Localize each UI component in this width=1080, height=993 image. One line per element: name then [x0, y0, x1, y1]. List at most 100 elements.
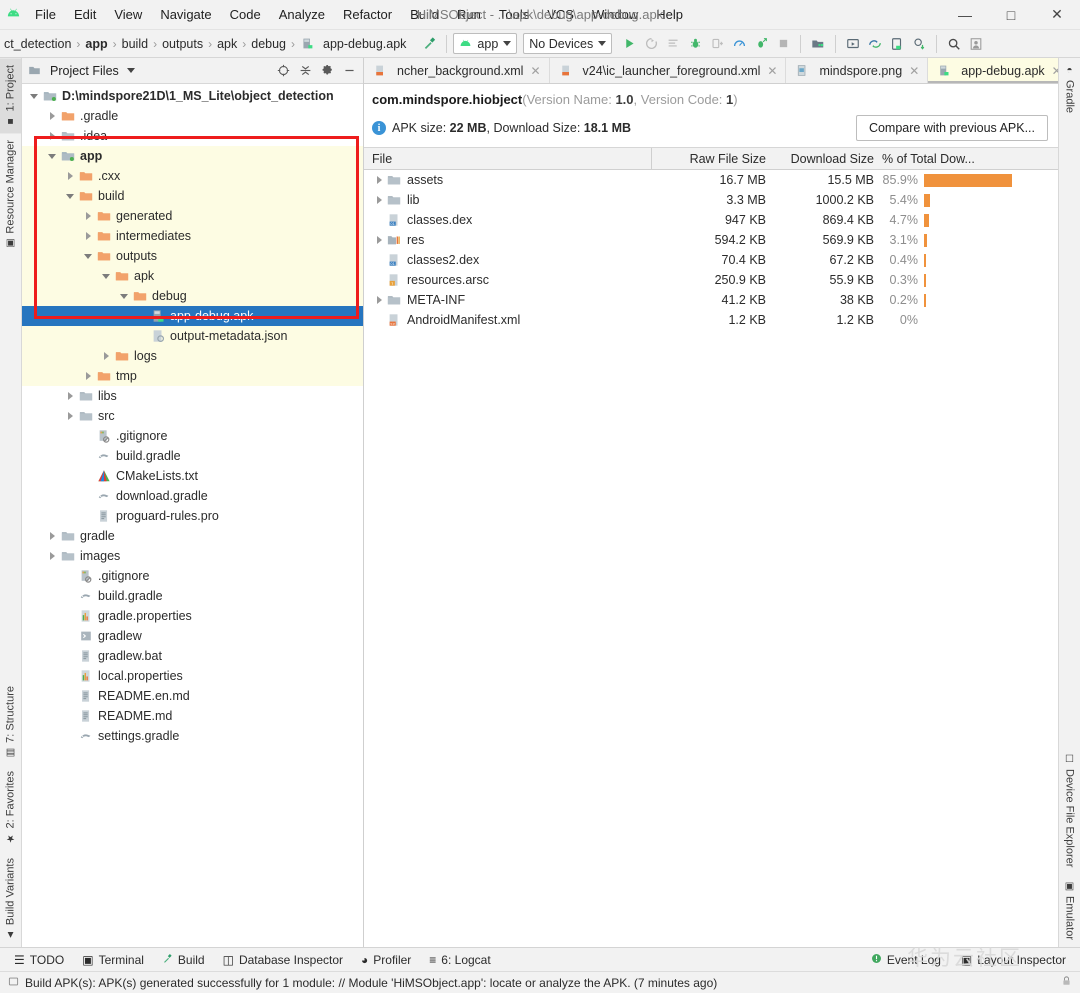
lock-icon[interactable]: [1061, 975, 1072, 990]
chevron-down-icon[interactable]: [116, 293, 132, 299]
tree-item-output-metadata-json[interactable]: output-metadata.json: [22, 326, 363, 346]
breadcrumb-item-5[interactable]: debug: [247, 37, 290, 51]
menu-run[interactable]: Run: [448, 4, 490, 25]
minimize-button[interactable]: —: [942, 0, 988, 30]
tree-item-outputs[interactable]: outputs: [22, 246, 363, 266]
tree-item-cmakelists-txt[interactable]: CMakeLists.txt: [22, 466, 363, 486]
tree-item-images[interactable]: images: [22, 546, 363, 566]
chevron-right-icon[interactable]: [372, 196, 386, 204]
tool-button-todo[interactable]: ☰ TODO: [6, 951, 72, 969]
editor-tab-bar[interactable]: ncher_background.xml ✕ v24\ic_launcher_f…: [364, 58, 1080, 84]
chevron-right-icon[interactable]: [44, 112, 60, 120]
editor-tab-ic-launcher-foreground[interactable]: v24\ic_launcher_foreground.xml ✕: [550, 58, 787, 83]
tree-item-app[interactable]: app: [22, 146, 363, 166]
tree-item-libs[interactable]: libs: [22, 386, 363, 406]
menu-help[interactable]: Help: [647, 4, 692, 25]
tree-item-generated[interactable]: generated: [22, 206, 363, 226]
tree-item-gradlew-bat[interactable]: gradlew.bat: [22, 646, 363, 666]
tool-button-layout-inspector[interactable]: ▣ Layout Inspector: [953, 951, 1074, 969]
tool-button-profiler[interactable]: ◕ Profiler: [353, 951, 419, 969]
sidebar-item-favorites[interactable]: ★ 2: Favorites: [0, 764, 21, 850]
table-row[interactable]: ? resources.arsc 250.9 KB 55.9 KB 0.3%: [364, 270, 1058, 290]
tree-item-apk[interactable]: apk: [22, 266, 363, 286]
table-row[interactable]: <> AndroidManifest.xml 1.2 KB 1.2 KB 0%: [364, 310, 1058, 330]
breadcrumb-item-3[interactable]: outputs: [158, 37, 207, 51]
column-header-percent-of-total[interactable]: % of Total Dow...: [878, 148, 1058, 169]
tool-button-logcat[interactable]: ≡ 6: Logcat: [421, 951, 498, 969]
device-manager-icon[interactable]: [886, 33, 908, 55]
menu-tools[interactable]: Tools: [490, 4, 538, 25]
build-hammer-icon[interactable]: [418, 33, 440, 55]
status-message[interactable]: Build APK(s): APK(s) generated successfu…: [25, 976, 717, 990]
maximize-button[interactable]: □: [988, 0, 1034, 30]
sdk-download-icon[interactable]: [908, 33, 930, 55]
tree-item-gradle[interactable]: gradle: [22, 526, 363, 546]
tree-item-tmp[interactable]: tmp: [22, 366, 363, 386]
tree-item-d-mindspore21d-1-ms-lite-object-detection[interactable]: D:\mindspore21D\1_MS_Lite\object_detecti…: [22, 86, 363, 106]
run-button[interactable]: [618, 33, 640, 55]
sidebar-item-structure[interactable]: ▤ 7: Structure: [0, 679, 21, 765]
close-button[interactable]: ✕: [1034, 0, 1080, 30]
editor-tab-app-debug-apk[interactable]: app-debug.apk ✕: [928, 58, 1071, 83]
tree-item-build-gradle[interactable]: build.gradle: [22, 446, 363, 466]
account-icon[interactable]: [965, 33, 987, 55]
settings-gear-icon[interactable]: [317, 61, 337, 81]
sidebar-item-project[interactable]: ■ 1: Project: [0, 58, 21, 134]
chevron-down-icon[interactable]: [26, 93, 42, 99]
menu-bar[interactable]: File Edit View Navigate Code Analyze Ref…: [26, 4, 692, 25]
table-row[interactable]: assets 16.7 MB 15.5 MB 85.9%: [364, 170, 1058, 190]
profiler-icon[interactable]: [728, 33, 750, 55]
breadcrumb-item-1[interactable]: app: [81, 37, 111, 51]
close-icon[interactable]: ✕: [767, 64, 777, 78]
chevron-right-icon[interactable]: [80, 212, 96, 220]
chevron-right-icon[interactable]: [44, 532, 60, 540]
breadcrumb[interactable]: ct_detection › app › build › outputs › a…: [0, 37, 410, 51]
tree-item-gitignore[interactable]: .gitignore: [22, 566, 363, 586]
tree-item-settings-gradle[interactable]: settings.gradle: [22, 726, 363, 746]
menu-analyze[interactable]: Analyze: [270, 4, 334, 25]
table-body[interactable]: assets 16.7 MB 15.5 MB 85.9% lib 3.3 MB 1000.2…: [364, 170, 1058, 947]
chevron-right-icon[interactable]: [44, 552, 60, 560]
table-row[interactable]: META-INF 41.2 KB 38 KB 0.2%: [364, 290, 1058, 310]
tree-item-local-properties[interactable]: local.properties: [22, 666, 363, 686]
chevron-right-icon[interactable]: [44, 132, 60, 140]
tree-item-gradlew[interactable]: gradlew: [22, 626, 363, 646]
breadcrumb-item-4[interactable]: apk: [213, 37, 241, 51]
menu-code[interactable]: Code: [221, 4, 270, 25]
menu-window[interactable]: Window: [583, 4, 647, 25]
compare-with-previous-apk-button[interactable]: Compare with previous APK...: [855, 115, 1048, 141]
tree-item-gradle[interactable]: .gradle: [22, 106, 363, 126]
scroll-from-source-icon[interactable]: [273, 61, 293, 81]
search-icon[interactable]: [943, 33, 965, 55]
menu-refactor[interactable]: Refactor: [334, 4, 401, 25]
run-configuration-selector[interactable]: app: [453, 33, 518, 54]
device-selector[interactable]: No Devices: [523, 33, 613, 54]
tree-item-readme-md[interactable]: README.md: [22, 706, 363, 726]
tool-button-event-log[interactable]: Event Log: [863, 951, 949, 969]
tree-item-src[interactable]: src: [22, 406, 363, 426]
menu-edit[interactable]: Edit: [65, 4, 105, 25]
tree-item-gitignore[interactable]: .gitignore: [22, 426, 363, 446]
chevron-right-icon[interactable]: [372, 176, 386, 184]
avd-manager-icon[interactable]: [842, 33, 864, 55]
window-controls[interactable]: — □ ✕: [942, 0, 1080, 30]
chevron-right-icon[interactable]: [62, 392, 78, 400]
close-icon[interactable]: ✕: [530, 64, 540, 78]
chevron-down-icon[interactable]: [80, 253, 96, 259]
column-header-download-size[interactable]: Download Size: [770, 148, 878, 169]
tree-item-gradle-properties[interactable]: gradle.properties: [22, 606, 363, 626]
sdk-manager-icon[interactable]: [807, 33, 829, 55]
chevron-right-icon[interactable]: [372, 296, 386, 304]
tree-item-app-debug-apk[interactable]: app-debug.apk: [22, 306, 363, 326]
project-tree[interactable]: D:\mindspore21D\1_MS_Lite\object_detecti…: [22, 84, 363, 947]
chevron-right-icon[interactable]: [80, 372, 96, 380]
editor-tab-mindspore-png[interactable]: mindspore.png ✕: [786, 58, 929, 83]
sidebar-item-gradle[interactable]: ◓ Gradle: [1059, 58, 1080, 120]
breadcrumb-item-6[interactable]: app-debug.apk: [319, 37, 410, 51]
menu-file[interactable]: File: [26, 4, 65, 25]
tree-item-download-gradle[interactable]: download.gradle: [22, 486, 363, 506]
menu-view[interactable]: View: [105, 4, 151, 25]
tree-item-proguard-rules-pro[interactable]: proguard-rules.pro: [22, 506, 363, 526]
table-row[interactable]: lib 3.3 MB 1000.2 KB 5.4%: [364, 190, 1058, 210]
menu-vcs[interactable]: VCS: [538, 4, 583, 25]
